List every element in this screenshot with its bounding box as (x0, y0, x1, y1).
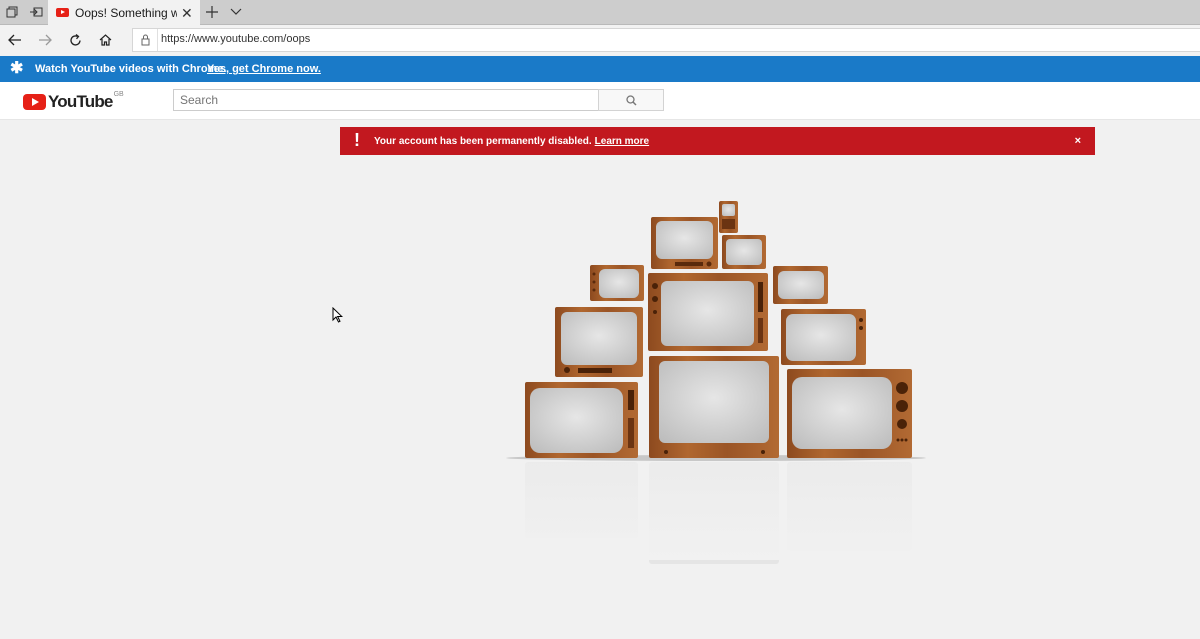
tv-bottom-center (649, 356, 779, 458)
tv-upper-left (651, 217, 718, 269)
search-input[interactable]: Search (173, 89, 599, 111)
forward-arrow-icon[interactable] (33, 28, 57, 52)
star-icon: ✱ (10, 60, 24, 77)
tab-preview-chevron-down-icon[interactable] (224, 0, 248, 24)
tv-reflection (525, 462, 912, 564)
tab-title: Oops! Something went (75, 5, 177, 20)
close-alert-icon[interactable]: × (1075, 135, 1081, 147)
youtube-logo[interactable]: YouTube GB (23, 90, 124, 112)
search-icon (625, 94, 637, 106)
tv-right-middle (781, 309, 866, 365)
search-button[interactable] (598, 89, 664, 111)
logo-wordmark: YouTube (48, 92, 113, 111)
tv-center (648, 273, 768, 351)
url-text[interactable]: https://www.youtube.com/oops (161, 33, 310, 45)
exclamation-icon: ! (354, 130, 360, 150)
tv-top-small (719, 201, 738, 233)
promo-message: Watch YouTube videos with Chrome. (35, 63, 227, 75)
youtube-play-icon (23, 94, 46, 110)
browser-address-row: https://www.youtube.com/oops (0, 25, 1200, 55)
lock-icon (141, 33, 150, 51)
address-bar-divider (157, 29, 158, 51)
active-tab[interactable]: Oops! Something went ✕ (48, 0, 200, 25)
alert-text: Your account has been permanently disabl… (374, 136, 649, 147)
refresh-icon[interactable] (63, 28, 87, 52)
set-aside-tabs-icon[interactable] (24, 0, 48, 24)
learn-more-link[interactable]: Learn more (595, 136, 649, 147)
new-tab-icon[interactable] (200, 0, 224, 24)
tv-mid-right-small (773, 266, 828, 304)
tv-bottom-left (525, 382, 638, 458)
youtube-favicon-icon (56, 8, 69, 17)
tv-mid-left-small (590, 265, 644, 301)
home-icon[interactable] (93, 28, 117, 52)
browser-tab-strip: Oops! Something went ✕ (0, 0, 1200, 25)
tv-left-middle (555, 307, 643, 377)
close-tab-icon[interactable]: ✕ (181, 6, 193, 20)
chrome-promo-banner: ✱ Watch YouTube videos with Chrome. Yes,… (0, 56, 1200, 82)
account-disabled-alert: ! Your account has been permanently disa… (340, 127, 1095, 155)
back-arrow-icon[interactable] (3, 28, 27, 52)
get-chrome-link[interactable]: Yes, get Chrome now. (207, 63, 321, 75)
search-placeholder: Search (180, 93, 219, 107)
tv-upper-right (722, 235, 766, 269)
address-bar[interactable]: https://www.youtube.com/oops (132, 28, 1200, 52)
mouse-pointer-icon (332, 307, 343, 323)
region-code: GB (113, 90, 124, 98)
alert-message: Your account has been permanently disabl… (374, 136, 592, 147)
tv-bottom-right (787, 369, 912, 458)
tab-actions-icon[interactable] (0, 0, 24, 24)
